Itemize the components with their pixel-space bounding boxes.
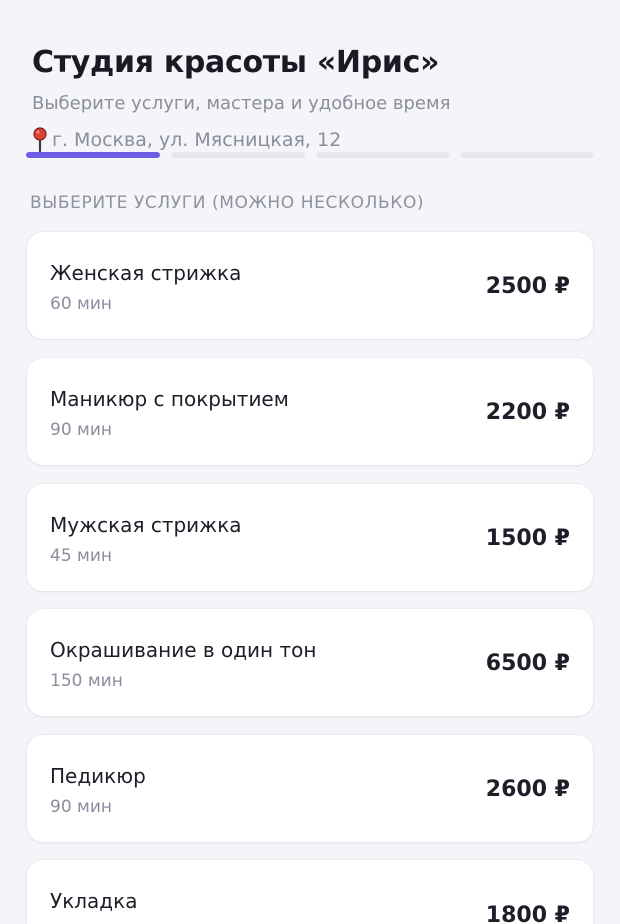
address-text: г. Москва, ул. Мясницкая, 12 bbox=[52, 129, 342, 151]
service-name: Женская стрижка bbox=[50, 261, 242, 285]
service-card[interactable]: Мужская стрижка 45 мин 1500 ₽ bbox=[27, 484, 593, 591]
service-name: Маникюр с покрытием bbox=[50, 387, 289, 411]
page-title: Студия красоты «Ирис» bbox=[32, 45, 440, 80]
service-price: 2200 ₽ bbox=[485, 400, 570, 425]
step-2-indicator bbox=[171, 152, 305, 158]
booking-page: Студия красоты «Ирис» Выберите услуги, м… bbox=[0, 0, 620, 924]
header: Студия красоты «Ирис» Выберите услуги, м… bbox=[32, 44, 592, 116]
service-name: Укладка bbox=[50, 889, 138, 913]
service-name: Окрашивание в один тон bbox=[50, 638, 317, 662]
service-price: 2500 ₽ bbox=[485, 274, 570, 299]
service-price: 1800 ₽ bbox=[485, 903, 570, 924]
service-duration: 90 мин bbox=[50, 420, 113, 440]
service-card[interactable]: Женская стрижка 60 мин 2500 ₽ bbox=[27, 232, 593, 339]
service-name: Мужская стрижка bbox=[50, 513, 242, 537]
service-duration: 60 мин bbox=[50, 294, 113, 314]
service-card[interactable]: Педикюр 90 мин 2600 ₽ bbox=[27, 735, 593, 842]
map-pin-icon bbox=[32, 127, 48, 153]
salon-address[interactable]: г. Москва, ул. Мясницкая, 12 bbox=[32, 126, 341, 154]
page-subtitle: Выберите услуги, мастера и удобное время bbox=[32, 93, 451, 114]
service-card[interactable]: Окрашивание в один тон 150 мин 6500 ₽ bbox=[27, 609, 593, 716]
section-label: ВЫБЕРИТЕ УСЛУГИ (МОЖНО НЕСКОЛЬКО) bbox=[30, 193, 425, 213]
service-price: 2600 ₽ bbox=[485, 777, 570, 802]
step-1-indicator bbox=[26, 152, 160, 158]
step-3-indicator bbox=[316, 152, 450, 158]
step-progress bbox=[26, 152, 594, 159]
service-card[interactable]: Укладка 1800 ₽ bbox=[27, 860, 593, 924]
service-name: Педикюр bbox=[50, 764, 146, 788]
step-4-indicator bbox=[461, 152, 594, 158]
service-price: 6500 ₽ bbox=[485, 651, 570, 676]
service-duration: 150 мин bbox=[50, 671, 123, 691]
service-price: 1500 ₽ bbox=[485, 526, 570, 551]
service-duration: 45 мин bbox=[50, 546, 113, 566]
service-duration: 90 мин bbox=[50, 797, 113, 817]
service-card[interactable]: Маникюр с покрытием 90 мин 2200 ₽ bbox=[27, 358, 593, 465]
